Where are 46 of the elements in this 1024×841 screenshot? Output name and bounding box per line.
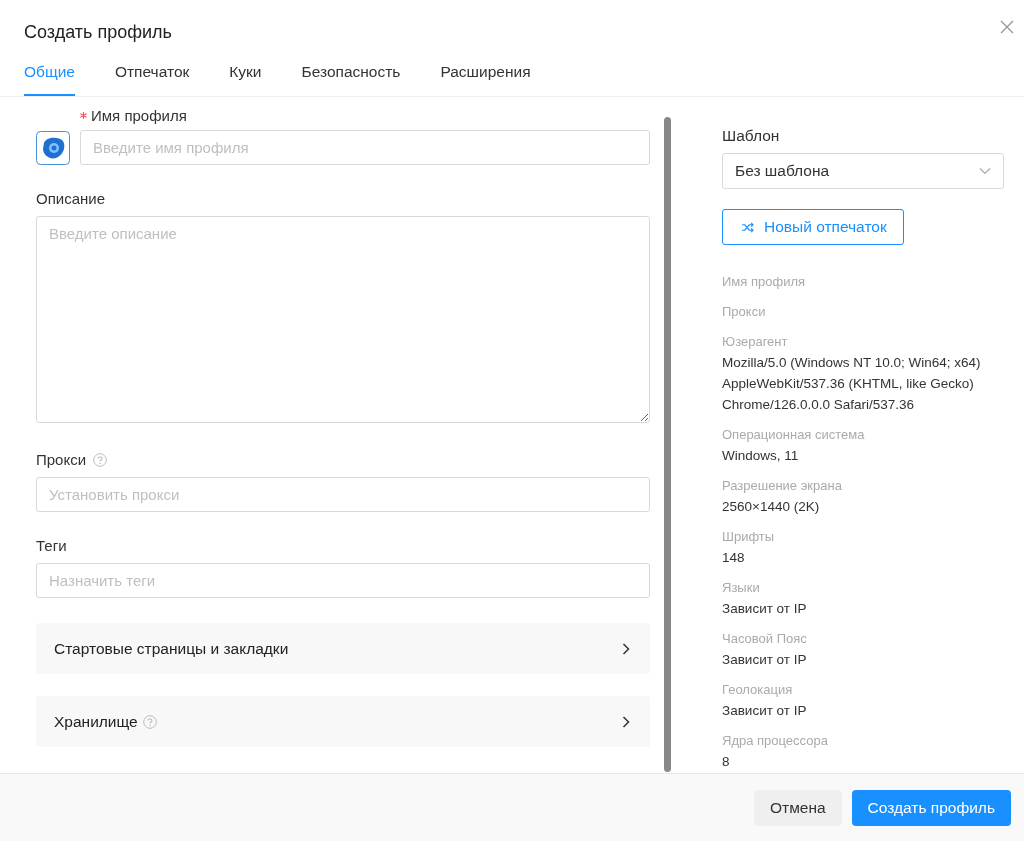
required-asterisk-icon [80,112,87,119]
profile-name-field[interactable]: Введите имя профиля [80,130,650,165]
text-field[interactable]: Назначить теги [36,563,650,598]
text-field[interactable]: Установить прокси [36,477,650,512]
collapsible-section[interactable]: Хранилище [36,696,650,747]
summary-value: Windows, 11 [722,447,800,465]
chevron-right-icon [622,642,630,655]
summary-value: Mozilla/5.0 (Windows NT 10.0; Win64; x64) AppleWebKit/537.36 (KHTML, like Gecko) Chrome/126.0.0.0 Safari/537.36 [722,354,982,414]
summary-value: 148 [722,549,746,567]
summary-label: Прокси [722,303,767,321]
field-label: Описание [36,190,106,207]
help-icon[interactable] [93,452,108,467]
chevron-down-icon [979,167,991,175]
summary-label: Шрифты [722,528,776,546]
close-icon[interactable] [999,19,1015,35]
tab[interactable]: Куки [229,60,262,96]
help-icon[interactable] [142,714,157,729]
field-label: Прокси [36,451,87,468]
shuffle-icon [741,221,754,233]
summary-value: Зависит от IP [722,600,808,618]
summary-label: Разрешение экрана [722,477,843,495]
field-label: Имя профиля [91,107,187,124]
tab[interactable]: Безопасность [301,60,401,96]
summary-label: Ядра процессора [722,732,829,750]
summary-label: Имя профиля [722,273,806,291]
summary-label: Юзерагент [722,333,789,351]
summary-value: Зависит от IP [722,651,808,669]
description-field[interactable]: Введите описание [36,216,650,423]
tab[interactable]: Расширения [440,60,531,96]
field-label: Теги [36,537,67,554]
collapsible-section[interactable]: Стартовые страницы и закладки [36,623,650,674]
summary-label: Геолокация [722,681,794,699]
template-dropdown[interactable]: Без шаблона [722,153,1004,189]
summary-value: 8 [722,753,731,771]
cancel-button[interactable]: Отмена [754,789,842,826]
summary-label: Языки [722,579,761,597]
summary-label: Операционная система [722,426,866,444]
summary-value: Зависит от IP [722,702,808,720]
browser-logo-icon[interactable] [36,130,70,165]
field-label: Шаблон [722,127,781,145]
summary-value: 2560×1440 (2K) [722,498,821,516]
scrollbar-thumb[interactable] [663,117,671,772]
chevron-right-icon [622,715,630,728]
dialog-title: Создать профиль [24,22,172,43]
summary-label: Часовой Пояс [722,630,808,648]
tab[interactable]: Отпечаток [114,60,190,96]
